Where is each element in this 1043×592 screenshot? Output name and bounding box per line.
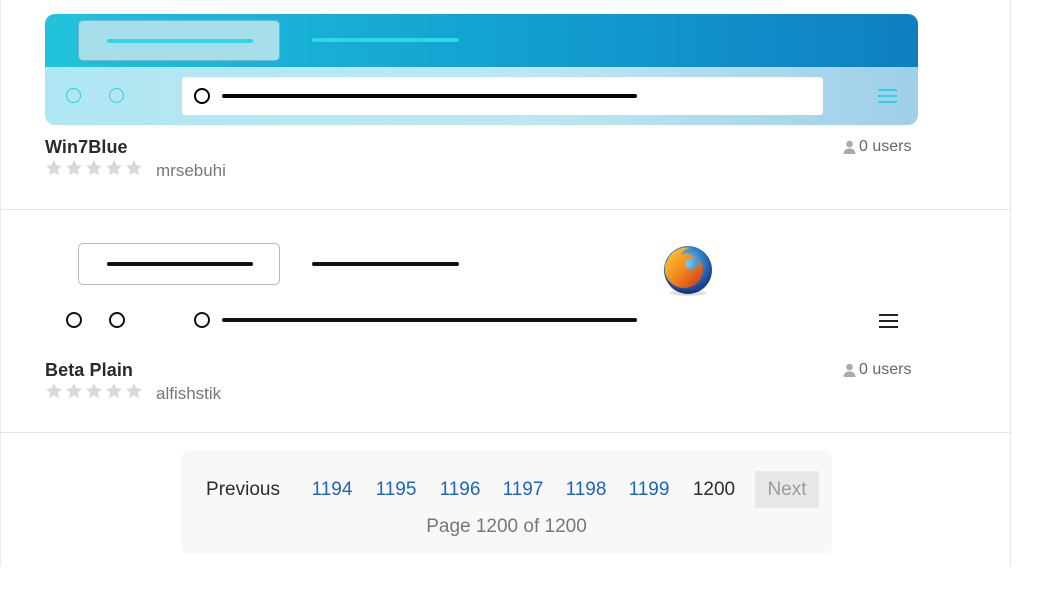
- preview-url-bar: [182, 77, 823, 115]
- star-icon[interactable]: [125, 382, 143, 400]
- forward-button-icon: [109, 88, 124, 103]
- star-icon[interactable]: [105, 382, 123, 400]
- page-info: Page 1200 of 1200: [426, 516, 587, 537]
- preview-tab-line: [107, 39, 253, 43]
- star-icon[interactable]: [85, 159, 103, 177]
- previous-page-button[interactable]: Previous: [199, 471, 287, 508]
- page-link[interactable]: 1199: [623, 471, 675, 508]
- page-link[interactable]: 1196: [434, 471, 486, 508]
- theme-name-link[interactable]: Win7Blue: [45, 137, 128, 158]
- preview-inactive-tab-line: [312, 262, 459, 266]
- back-button-icon: [66, 312, 82, 328]
- url-text-line: [222, 318, 637, 322]
- star-rating[interactable]: [45, 159, 143, 177]
- forward-button-icon: [109, 312, 125, 328]
- star-icon[interactable]: [65, 159, 83, 177]
- firefox-logo-icon: [664, 246, 712, 296]
- preview-toolbar: [45, 67, 918, 125]
- star-icon[interactable]: [105, 159, 123, 177]
- theme-preview-win7blue[interactable]: [45, 14, 918, 125]
- user-count: 0 users: [843, 138, 911, 156]
- url-indicator-icon: [194, 88, 210, 104]
- page-link[interactable]: 1195: [370, 471, 422, 508]
- row-divider: [0, 432, 1011, 433]
- theme-author[interactable]: alfishstik: [156, 384, 221, 404]
- page-link[interactable]: 1197: [497, 471, 549, 508]
- star-icon[interactable]: [45, 159, 63, 177]
- user-count: 0 users: [843, 361, 911, 379]
- preview-tab-line: [107, 262, 253, 266]
- hamburger-menu-icon: [878, 87, 897, 104]
- current-page: 1200: [692, 479, 736, 500]
- user-count-text: 0 users: [859, 138, 912, 155]
- preview-inactive-tab-line: [312, 38, 459, 42]
- user-icon: [843, 140, 856, 154]
- preview-header: [45, 14, 918, 67]
- user-count-text: 0 users: [859, 361, 912, 378]
- preview-active-tab: [78, 243, 280, 285]
- back-button-icon: [66, 88, 81, 103]
- hamburger-menu-icon: [879, 312, 898, 329]
- next-page-button[interactable]: Next: [755, 471, 819, 508]
- url-indicator-icon: [194, 312, 210, 328]
- preview-active-tab: [78, 20, 280, 61]
- row-divider: [0, 209, 1011, 210]
- star-icon[interactable]: [45, 382, 63, 400]
- star-icon[interactable]: [85, 382, 103, 400]
- theme-name-link[interactable]: Beta Plain: [45, 360, 133, 381]
- theme-author[interactable]: mrsebuhi: [156, 161, 226, 181]
- star-icon[interactable]: [125, 159, 143, 177]
- page-link[interactable]: 1194: [306, 471, 358, 508]
- star-rating[interactable]: [45, 382, 143, 400]
- page-link[interactable]: 1198: [560, 471, 612, 508]
- url-text-line: [222, 94, 637, 98]
- star-icon[interactable]: [65, 382, 83, 400]
- user-icon: [843, 363, 856, 377]
- pagination: Previous 1194 1195 1196 1197 1198 1199 1…: [181, 451, 832, 554]
